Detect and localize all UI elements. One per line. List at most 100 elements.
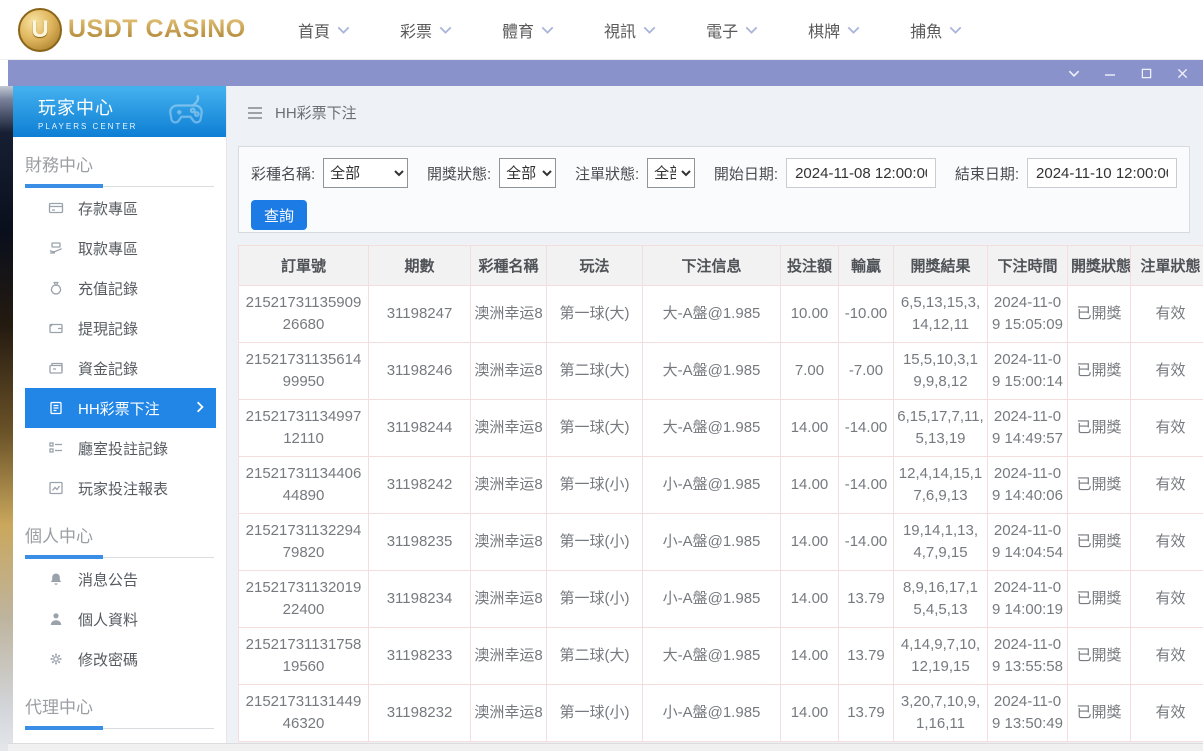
table-cell: 14.00 <box>781 571 839 628</box>
nav-item-video[interactable]: 視訊 <box>604 18 656 42</box>
end-date-input[interactable] <box>1027 158 1177 188</box>
start-date-input[interactable] <box>786 158 936 188</box>
table-cell: 2152173113144946320 <box>239 685 369 742</box>
table-cell: 31198233 <box>369 628 471 685</box>
nav-item-fishing[interactable]: 捕魚 <box>910 18 962 42</box>
sidebar-item-label: 廳室投註記錄 <box>78 438 168 459</box>
nav-item-label: 首頁 <box>298 18 330 42</box>
lottery-name-select[interactable]: 全部 <box>323 158 408 188</box>
table-cell: 有效 <box>1131 571 1203 628</box>
nav-item-label: 電子 <box>706 18 738 42</box>
hamburger-icon[interactable] <box>247 106 263 120</box>
nav-item-chess[interactable]: 棋牌 <box>808 18 860 42</box>
sidebar-item-profile[interactable]: 個人資料 <box>25 599 216 639</box>
room-list-icon <box>48 440 64 456</box>
table-cell: 31198244 <box>369 400 471 457</box>
table-cell: 已開獎 <box>1068 343 1131 400</box>
table-cell: 7.00 <box>781 343 839 400</box>
table-cell: 14.00 <box>781 514 839 571</box>
order-status-select[interactable]: 全部 <box>647 158 695 188</box>
table-cell: 第一球(小) <box>547 457 643 514</box>
column-header: 開獎狀態 <box>1068 246 1131 286</box>
sidebar-item-announcements[interactable]: 消息公告 <box>25 559 216 599</box>
search-button[interactable]: 查詢 <box>251 200 307 230</box>
page-background-strip <box>0 86 13 751</box>
window-minimize-icon[interactable] <box>1103 66 1117 80</box>
nav-item-label: 彩票 <box>400 18 432 42</box>
table-cell: 2024-11-09 13:55:58 <box>988 628 1068 685</box>
window-controls <box>1067 66 1203 80</box>
brand-logo[interactable]: U USDT CASINO <box>18 8 268 52</box>
table-cell: 澳洲幸运8 <box>471 628 547 685</box>
bell-icon <box>48 571 64 587</box>
table-cell: 31198234 <box>369 571 471 628</box>
table-cell: 3,20,7,10,9,1,16,11 <box>894 685 988 742</box>
window-chevron-down-icon[interactable] <box>1067 66 1081 80</box>
table-cell: -14.00 <box>839 514 894 571</box>
table-cell: 2152173113201922400 <box>239 571 369 628</box>
sidebar-item-withdraw[interactable]: 取款專區 <box>25 228 216 268</box>
table-cell: 13.79 <box>839 628 894 685</box>
gear-icon <box>48 651 64 667</box>
sidebar-item-room-bet-record[interactable]: 廳室投註記錄 <box>25 428 216 468</box>
table-cell: 第一球(小) <box>547 514 643 571</box>
table-cell: 第二球(大) <box>547 628 643 685</box>
nav-item-label: 捕魚 <box>910 18 942 42</box>
table-row: 215217311344064489031198242澳洲幸运8第一球(小)小-… <box>239 457 1203 514</box>
column-header: 彩種名稱 <box>471 246 547 286</box>
chevron-down-icon <box>847 21 860 39</box>
window-close-icon[interactable] <box>1175 66 1189 80</box>
table-cell: 有效 <box>1131 628 1203 685</box>
column-header: 輸贏 <box>839 246 894 286</box>
table-cell: 8,9,16,17,15,4,5,13 <box>894 571 988 628</box>
table-cell: 15,5,10,3,19,9,8,12 <box>894 343 988 400</box>
chevron-down-icon <box>745 21 758 39</box>
sidebar-group-title-agent-center: 代理中心 <box>25 693 226 718</box>
sidebar-item-label: 玩家投注報表 <box>78 478 168 499</box>
table-cell: 31198232 <box>369 685 471 742</box>
sidebar-header: 玩家中心 PLAYERS CENTER <box>13 86 226 137</box>
moneybag-icon <box>48 280 64 296</box>
column-header: 投注額 <box>781 246 839 286</box>
funds-icon <box>48 360 64 376</box>
sidebar-item-hh-lottery-bets[interactable]: HH彩票下注 <box>25 388 216 428</box>
nav-item-label: 視訊 <box>604 18 636 42</box>
window-maximize-icon[interactable] <box>1139 66 1153 80</box>
table-cell: 10.00 <box>781 286 839 343</box>
lottery-name-label: 彩種名稱: <box>251 163 315 184</box>
table-cell: 4,14,9,7,10,12,19,15 <box>894 628 988 685</box>
table-cell: 2152173113499712110 <box>239 400 369 457</box>
draw-status-select[interactable]: 全部 <box>499 158 556 188</box>
nav-item-electronic[interactable]: 電子 <box>706 18 758 42</box>
sidebar-item-player-bet-report[interactable]: 玩家投注報表 <box>25 468 216 508</box>
table-cell: 19,14,1,13,4,7,9,15 <box>894 514 988 571</box>
sidebar-item-recharge-record[interactable]: 充值記錄 <box>25 268 216 308</box>
sidebar-item-funds-record[interactable]: 資金記錄 <box>25 348 216 388</box>
report-chart-icon <box>48 480 64 496</box>
breadcrumb: HH彩票下注 <box>247 102 357 123</box>
nav-item-lottery[interactable]: 彩票 <box>400 18 452 42</box>
column-header: 開獎結果 <box>894 246 988 286</box>
table-row: 215217311314494632031198232澳洲幸运8第一球(小)小-… <box>239 685 1203 742</box>
table-cell: 澳洲幸运8 <box>471 685 547 742</box>
end-date-label: 結束日期: <box>955 163 1019 184</box>
nav-menu: 首頁 彩票 體育 視訊 電子 棋牌 捕魚 <box>298 18 962 42</box>
sidebar-item-withdraw-record[interactable]: 提現記錄 <box>25 308 216 348</box>
horizontal-scrollbar[interactable] <box>8 743 1203 751</box>
table-cell: 2024-11-09 15:05:09 <box>988 286 1068 343</box>
sidebar-item-deposit[interactable]: 存款專區 <box>25 188 216 228</box>
table-cell: 大-A盤@1.985 <box>643 286 781 343</box>
table-cell: 2152173113440644890 <box>239 457 369 514</box>
sidebar-item-label: 存款專區 <box>78 198 138 219</box>
nav-item-sports[interactable]: 體育 <box>502 18 554 42</box>
table-cell: 澳洲幸运8 <box>471 400 547 457</box>
nav-item-label: 體育 <box>502 18 534 42</box>
main-content: HH彩票下注 彩種名稱: 全部 開獎狀態: 全部 注單狀態: 全部 開始日期: <box>227 86 1203 751</box>
sidebar-item-change-password[interactable]: 修改密碼 <box>25 639 216 679</box>
nav-item-home[interactable]: 首頁 <box>298 18 350 42</box>
table-cell: 2152173113590926680 <box>239 286 369 343</box>
sidebar-item-label: 資金記錄 <box>78 358 138 379</box>
withdraw-hand-icon <box>48 240 64 256</box>
table-cell: 2152173113229479820 <box>239 514 369 571</box>
table-cell: 澳洲幸运8 <box>471 571 547 628</box>
